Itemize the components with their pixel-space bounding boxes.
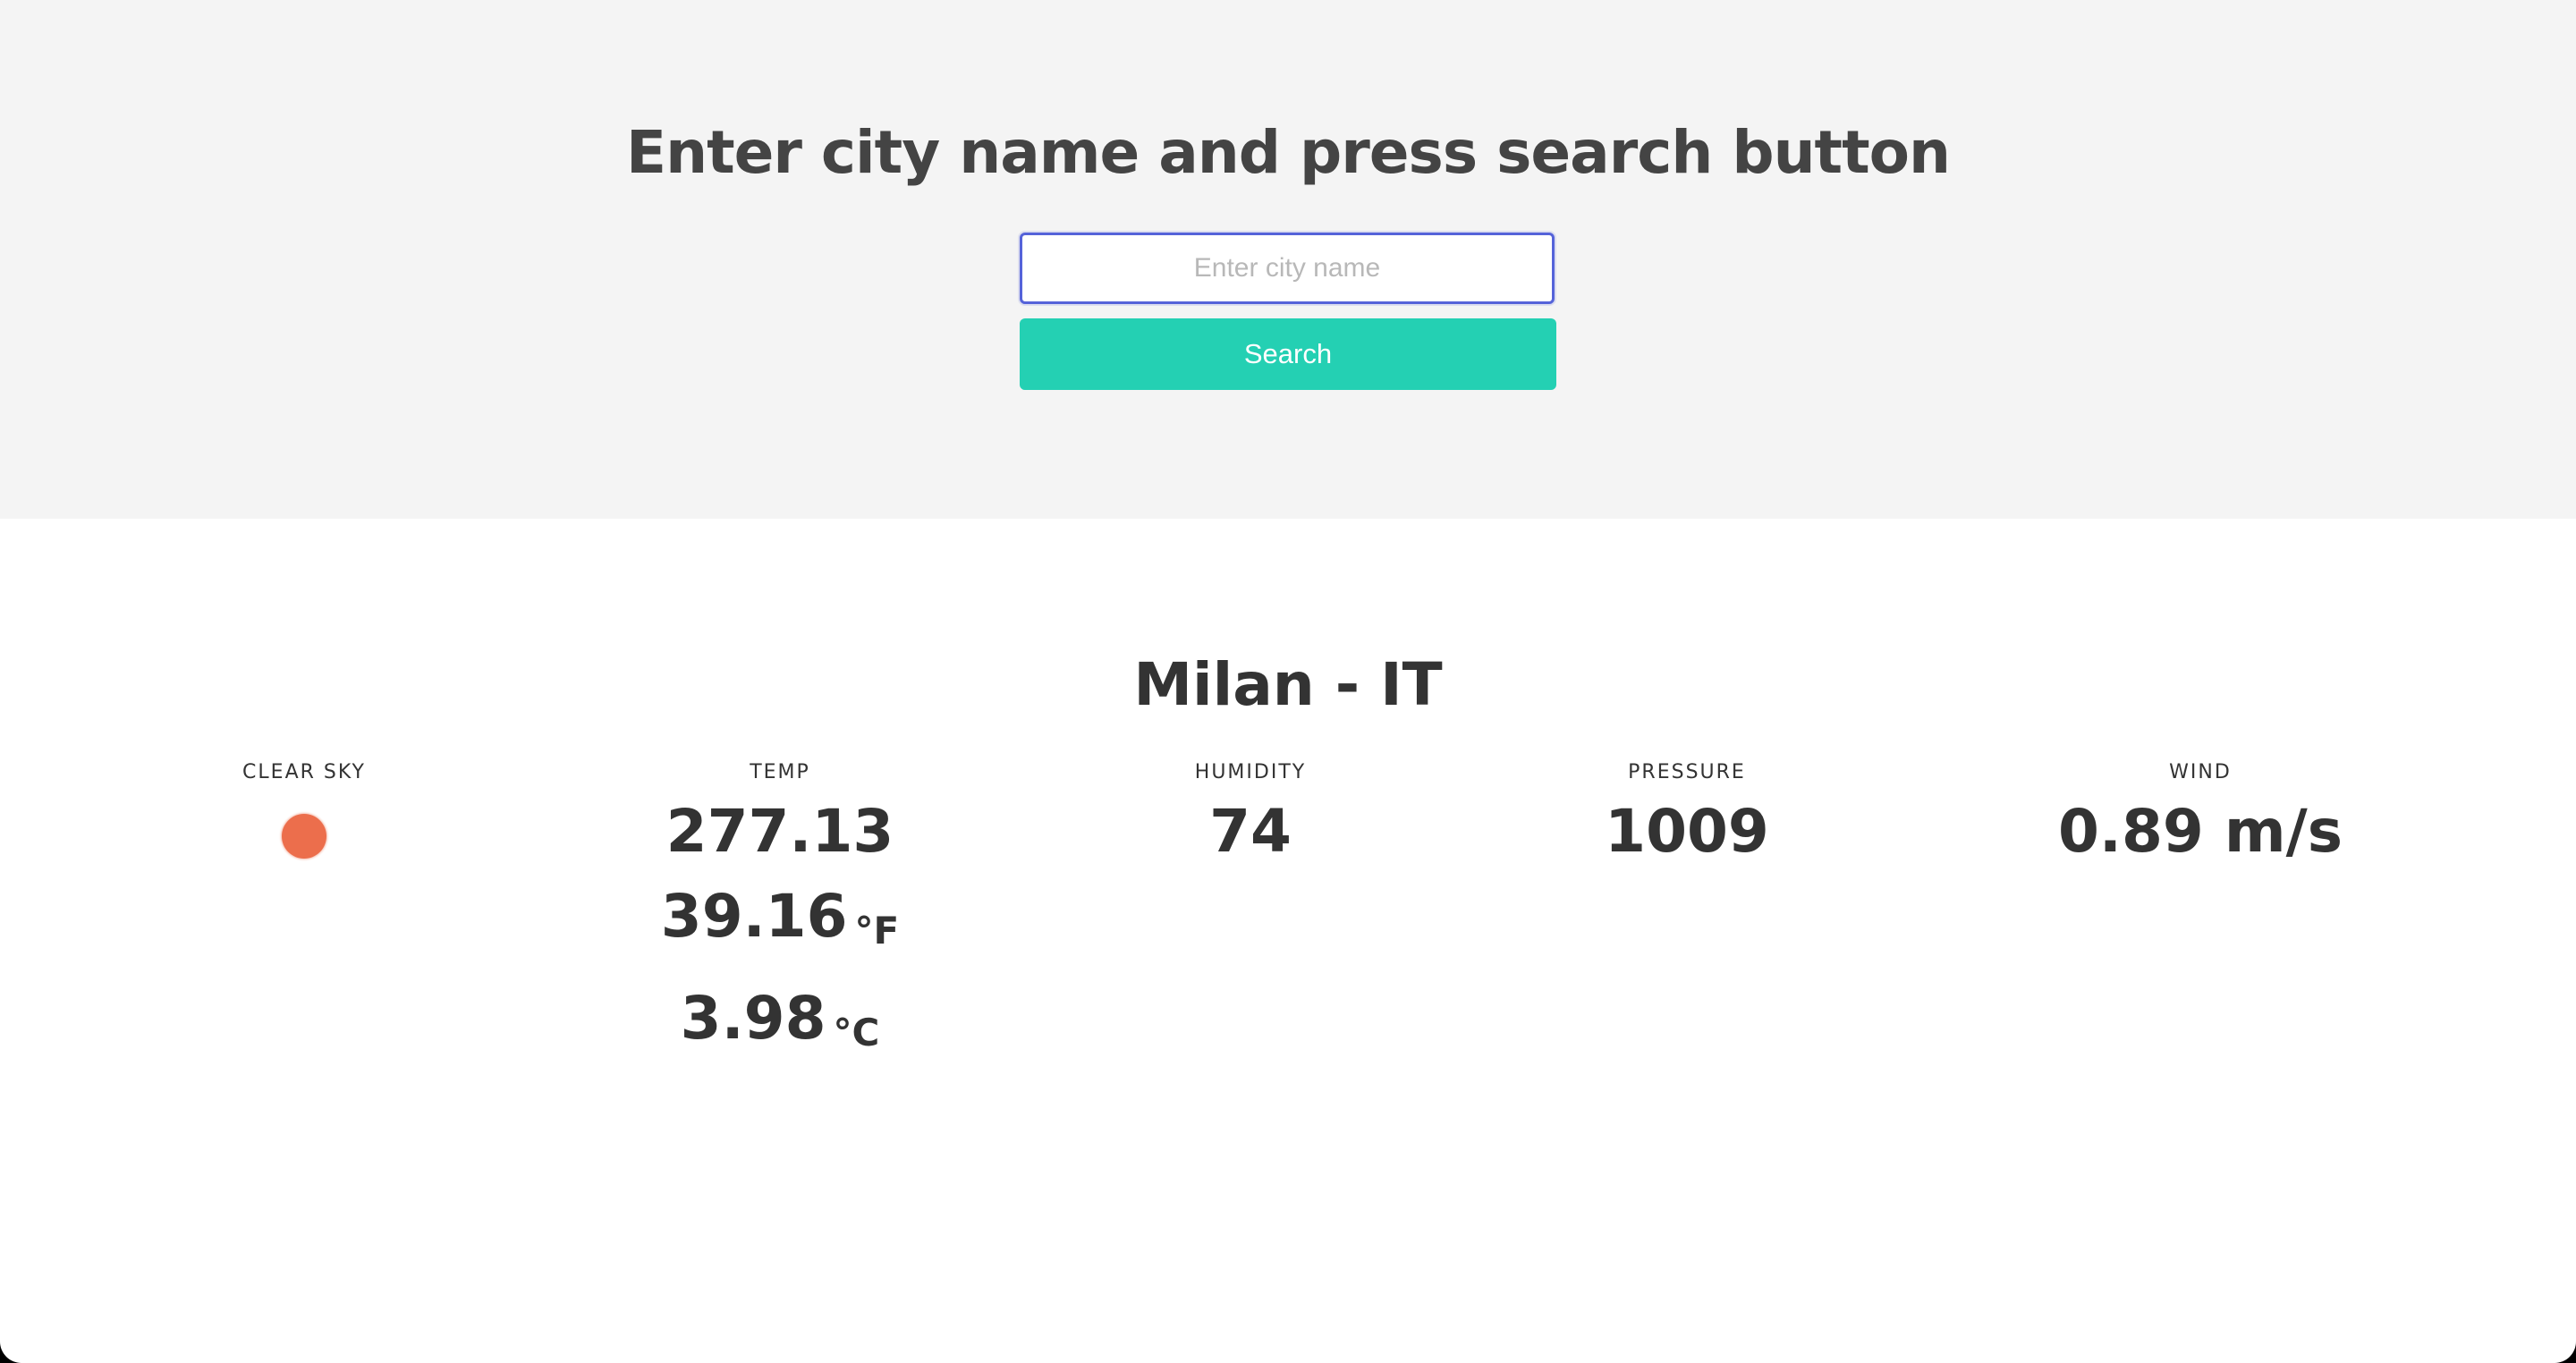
sun-icon: [282, 814, 326, 859]
wind-stat: WIND 0.89 m/s: [1977, 758, 2424, 873]
weather-app: Enter city name and press search button …: [0, 0, 2576, 1363]
humidity-label: HUMIDITY: [1194, 761, 1307, 783]
temp-fahrenheit-row: 39.16 °F: [556, 873, 1004, 975]
pressure-value: 1009: [1605, 797, 1769, 866]
wind-value: 0.89 m/s: [2058, 797, 2343, 866]
temp-kelvin: 277.13: [665, 797, 894, 866]
pressure-stat: PRESSURE 1009: [1463, 758, 1911, 873]
temp-celsius: 3.98: [680, 984, 826, 1053]
condition-label: CLEAR SKY: [242, 761, 366, 783]
search-headline: Enter city name and press search button: [626, 118, 1951, 188]
temp-values: 277.13 39.16 °F 3.98 °C: [556, 791, 1004, 1077]
city-title: Milan - IT: [1133, 649, 1443, 719]
condition-stat: CLEAR SKY: [80, 758, 528, 859]
search-button[interactable]: Search: [1020, 318, 1556, 390]
temp-label: TEMP: [750, 761, 810, 783]
wind-label: WIND: [2169, 761, 2232, 783]
celsius-unit: °C: [833, 1011, 880, 1054]
search-panel: Enter city name and press search button …: [0, 0, 2576, 519]
temp-fahrenheit: 39.16: [660, 882, 848, 951]
temp-celsius-row: 3.98 °C: [556, 975, 1004, 1077]
humidity-stat: HUMIDITY 74: [1027, 758, 1474, 873]
humidity-value: 74: [1209, 797, 1292, 866]
fahrenheit-unit: °F: [854, 909, 900, 952]
city-search-input[interactable]: [1020, 233, 1555, 304]
pressure-label: PRESSURE: [1628, 761, 1746, 783]
temp-stat: TEMP 277.13 39.16 °F 3.98 °C: [556, 758, 1004, 1077]
